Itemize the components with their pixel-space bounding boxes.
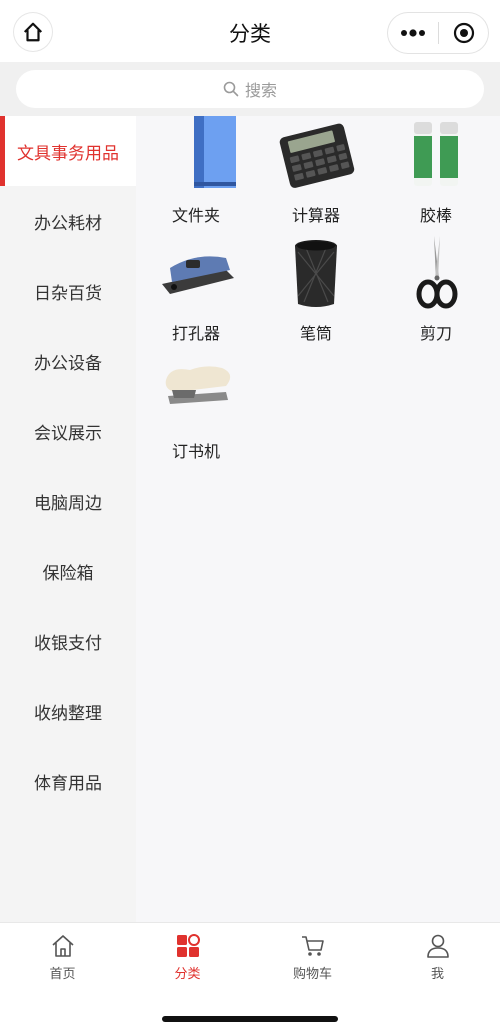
- user-icon: [427, 934, 449, 958]
- miniprogram-capsule: [388, 13, 488, 53]
- category-sidebar: 文具事务用品 办公耗材 日杂百货 办公设备 会议展示 电脑周边 保险箱 收银支付…: [0, 116, 136, 922]
- tab-label: 分类: [174, 967, 201, 982]
- sidebar-item-label: 会议展示: [34, 423, 102, 444]
- sidebar-item-label: 办公设备: [34, 353, 102, 374]
- more-dots-icon: [401, 29, 425, 37]
- sidebar-item-stationery[interactable]: 文具事务用品: [0, 116, 136, 186]
- tab-home[interactable]: 首页: [0, 923, 125, 993]
- top-bar: 分类: [0, 0, 500, 62]
- more-button[interactable]: [388, 13, 438, 53]
- product-item-stapler[interactable]: 订书机: [136, 352, 256, 470]
- home-indicator: [162, 1016, 338, 1022]
- product-item-pen-holder[interactable]: 笔筒: [256, 234, 376, 352]
- sidebar-item-sports[interactable]: 体育用品: [0, 746, 136, 816]
- sidebar-item-computer-peripherals[interactable]: 电脑周边: [0, 466, 136, 536]
- sidebar-item-label: 电脑周边: [34, 493, 102, 514]
- sidebar-item-label: 办公耗材: [34, 213, 102, 234]
- category-page: 分类 搜索 文具事务用品 办公耗材 日杂百货 办公设备 会议展示 电脑周边 保险…: [0, 0, 500, 1030]
- sidebar-item-label: 保险箱: [42, 563, 94, 584]
- cart-icon: [302, 936, 324, 956]
- sidebar-item-label: 收纳整理: [34, 703, 102, 724]
- product-name: 打孔器: [171, 324, 220, 343]
- category-icon: [177, 934, 200, 957]
- tab-label: 首页: [49, 967, 76, 982]
- sidebar-item-label: 文具事务用品: [17, 143, 119, 164]
- sidebar-item-label: 体育用品: [34, 773, 102, 794]
- product-name: 订书机: [171, 442, 220, 461]
- product-item-folder[interactable]: 文件夹: [136, 116, 256, 234]
- bottom-tab-bar: 首页 分类 购物车 我: [0, 922, 500, 1030]
- close-miniprogram-button[interactable]: [439, 13, 488, 53]
- tab-category[interactable]: 分类: [125, 923, 250, 993]
- hole-punch-image: [162, 256, 234, 294]
- sidebar-item-daily-goods[interactable]: 日杂百货: [0, 256, 136, 326]
- product-item-hole-punch[interactable]: 打孔器: [136, 234, 256, 352]
- folder-image: [194, 116, 236, 188]
- sidebar-item-label: 日杂百货: [34, 283, 102, 304]
- sidebar-item-safe[interactable]: 保险箱: [0, 536, 136, 606]
- home-icon: [52, 935, 74, 957]
- product-name: 笔筒: [299, 324, 332, 343]
- tab-label: 我: [430, 967, 444, 982]
- calculator-image: [279, 123, 355, 188]
- pen-holder-image: [295, 240, 337, 307]
- sidebar-item-meeting-display[interactable]: 会议展示: [0, 396, 136, 466]
- product-name: 计算器: [291, 206, 340, 225]
- tab-cart[interactable]: 购物车: [250, 923, 375, 993]
- product-name: 胶棒: [419, 206, 452, 225]
- search-input[interactable]: 搜索: [16, 70, 484, 108]
- search-icon: [223, 81, 239, 97]
- product-item-glue-stick[interactable]: 胶棒: [376, 116, 496, 234]
- scissors-image: [416, 236, 458, 309]
- product-name: 剪刀: [419, 324, 452, 343]
- target-circle-icon: [453, 22, 474, 44]
- product-item-scissors[interactable]: 剪刀: [376, 234, 496, 352]
- sidebar-item-office-consumables[interactable]: 办公耗材: [0, 186, 136, 256]
- product-name: 文件夹: [171, 206, 220, 225]
- stapler-image: [165, 366, 231, 404]
- tab-label: 购物车: [292, 967, 332, 982]
- product-grid: 文件夹 计算器 胶棒 打孔器 笔筒 剪刀 订书机: [136, 116, 500, 922]
- sidebar-item-office-equipment[interactable]: 办公设备: [0, 326, 136, 396]
- search-placeholder: 搜索: [244, 81, 277, 100]
- sidebar-item-label: 收银支付: [34, 633, 102, 654]
- sidebar-item-storage[interactable]: 收纳整理: [0, 676, 136, 746]
- search-bar: 搜索: [0, 62, 500, 116]
- glue-stick-image: [414, 122, 458, 186]
- tab-me[interactable]: 我: [375, 923, 500, 993]
- sidebar-item-cashier-payment[interactable]: 收银支付: [0, 606, 136, 676]
- product-item-calculator[interactable]: 计算器: [256, 116, 376, 234]
